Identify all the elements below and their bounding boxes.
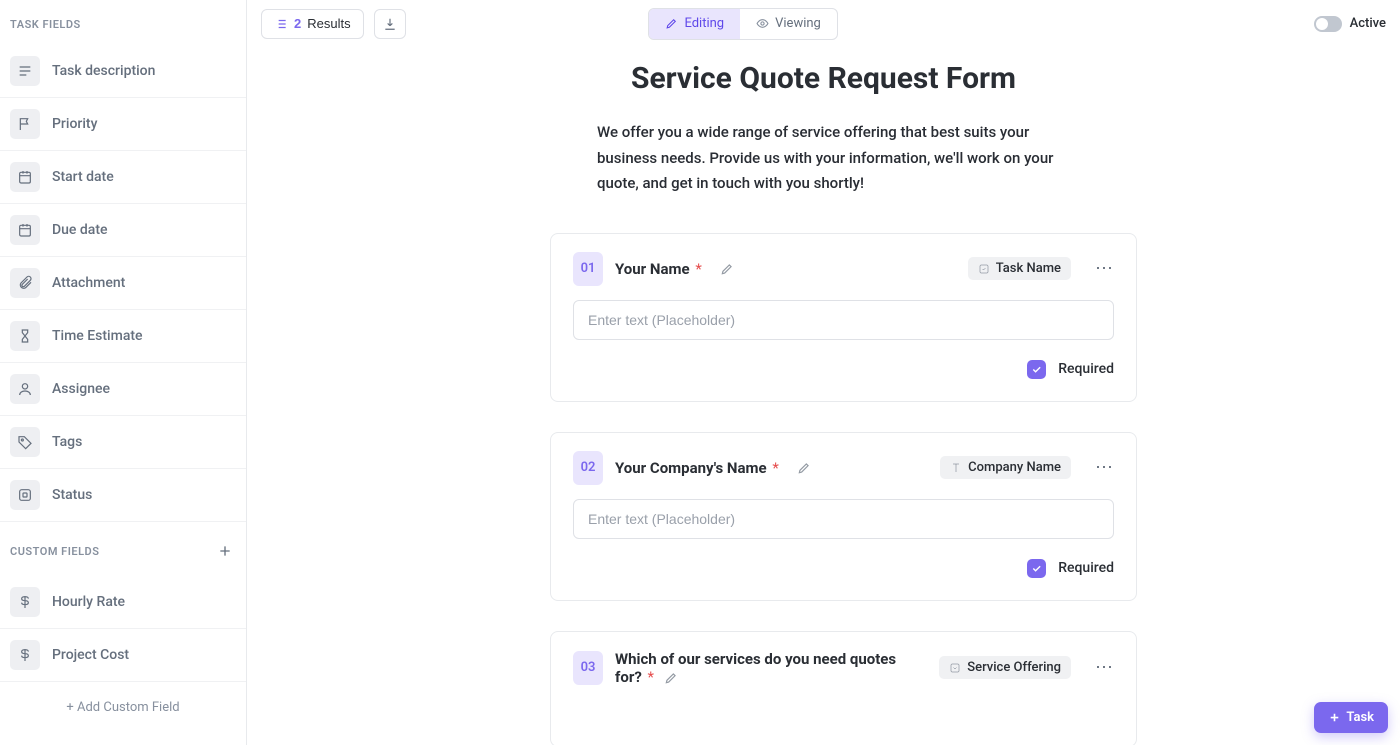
section-title-custom-fields: CUSTOM FIELDS [0,522,246,576]
sidebar-item-priority[interactable]: Priority [0,98,246,151]
sidebar-item-label: Status [52,487,92,503]
question-card-3: 03 Which of our services do you need quo… [550,631,1137,745]
new-task-button[interactable]: Task [1314,702,1388,733]
sidebar-item-label: Task description [52,63,155,79]
sidebar-item-start-date[interactable]: Start date [0,151,246,204]
edit-icon[interactable] [797,461,811,475]
add-custom-field-link[interactable]: + Add Custom Field [0,682,246,733]
sidebar-item-label: Assignee [52,381,110,397]
sidebar-item-label: Due date [52,222,108,238]
active-toggle-group: Active [1314,16,1386,32]
field-chip[interactable]: Company Name [940,456,1071,479]
edit-icon[interactable] [664,671,678,685]
sidebar-item-time-estimate[interactable]: Time Estimate [0,310,246,363]
calendar-icon [10,215,40,245]
mode-viewing[interactable]: Viewing [740,9,837,39]
answer-input[interactable] [573,300,1114,340]
question-number: 01 [573,252,603,286]
eye-icon [756,17,769,30]
sidebar-item-assignee[interactable]: Assignee [0,363,246,416]
tag-icon [10,427,40,457]
required-checkbox[interactable] [1027,559,1046,578]
add-custom-field-icon[interactable] [214,540,236,562]
dollar-icon [10,587,40,617]
results-count: 2 [294,16,301,31]
active-toggle-label: Active [1350,16,1386,31]
sidebar-item-label: Attachment [52,275,125,291]
plus-icon [1328,711,1341,724]
hourglass-icon [10,321,40,351]
sidebar-item-label: Hourly Rate [52,594,125,610]
field-chip[interactable]: Task Name [968,257,1071,280]
lines-icon [10,56,40,86]
question-card-2: 02 Your Company's Name * Company Name ⋯ … [550,432,1137,601]
question-number: 03 [573,651,603,685]
sidebar-item-label: Project Cost [52,647,129,663]
form-canvas: Service Quote Request Form We offer you … [247,47,1400,745]
sidebar: TASK FIELDS Task description Priority St… [0,0,247,745]
results-label: Results [307,16,350,31]
answer-input[interactable] [573,499,1114,539]
sidebar-item-status[interactable]: Status [0,469,246,522]
sidebar-item-task-description[interactable]: Task description [0,45,246,98]
active-toggle[interactable] [1314,16,1342,32]
sidebar-item-tags[interactable]: Tags [0,416,246,469]
topbar: 2 Results Editing Viewing Active [247,0,1400,47]
list-icon [274,17,288,31]
required-label: Required [1058,361,1114,377]
results-button[interactable]: 2 Results [261,9,364,39]
section-title-task-fields: TASK FIELDS [0,0,246,45]
sidebar-item-due-date[interactable]: Due date [0,204,246,257]
user-icon [10,374,40,404]
sidebar-item-hourly-rate[interactable]: Hourly Rate [0,576,246,629]
question-label: Your Name * [615,260,702,278]
dollar-icon [10,640,40,670]
required-label: Required [1058,560,1114,576]
question-number: 02 [573,451,603,485]
mode-editing[interactable]: Editing [649,9,740,39]
more-icon[interactable]: ⋯ [1095,657,1114,678]
sidebar-item-label: Priority [52,116,97,132]
status-icon [10,480,40,510]
task-icon [978,263,990,275]
sidebar-item-attachment[interactable]: Attachment [0,257,246,310]
main: 2 Results Editing Viewing Active Service… [247,0,1400,745]
edit-icon[interactable] [720,262,734,276]
flag-icon [10,109,40,139]
download-icon [383,17,397,31]
field-chip[interactable]: Service Offering [939,656,1071,679]
form-description: We offer you a wide range of service off… [597,120,1087,197]
question-label: Your Company's Name * [615,459,779,477]
mode-segmented-control: Editing Viewing [648,8,837,40]
required-checkbox[interactable] [1027,360,1046,379]
dropdown-icon [949,662,961,674]
calendar-icon [10,162,40,192]
more-icon[interactable]: ⋯ [1095,457,1114,478]
question-card-1: 01 Your Name * Task Name ⋯ Required [550,233,1137,402]
sidebar-item-label: Start date [52,169,114,185]
sidebar-item-label: Tags [52,434,82,450]
clip-icon [10,268,40,298]
download-button[interactable] [374,9,406,39]
form-header: Service Quote Request Form [247,47,1400,96]
form-title: Service Quote Request Form [247,61,1400,96]
question-label: Which of our services do you need quotes… [615,650,905,686]
text-icon [950,462,962,474]
sidebar-item-project-cost[interactable]: Project Cost [0,629,246,682]
more-icon[interactable]: ⋯ [1095,258,1114,279]
pencil-icon [665,17,678,30]
sidebar-item-label: Time Estimate [52,328,143,344]
